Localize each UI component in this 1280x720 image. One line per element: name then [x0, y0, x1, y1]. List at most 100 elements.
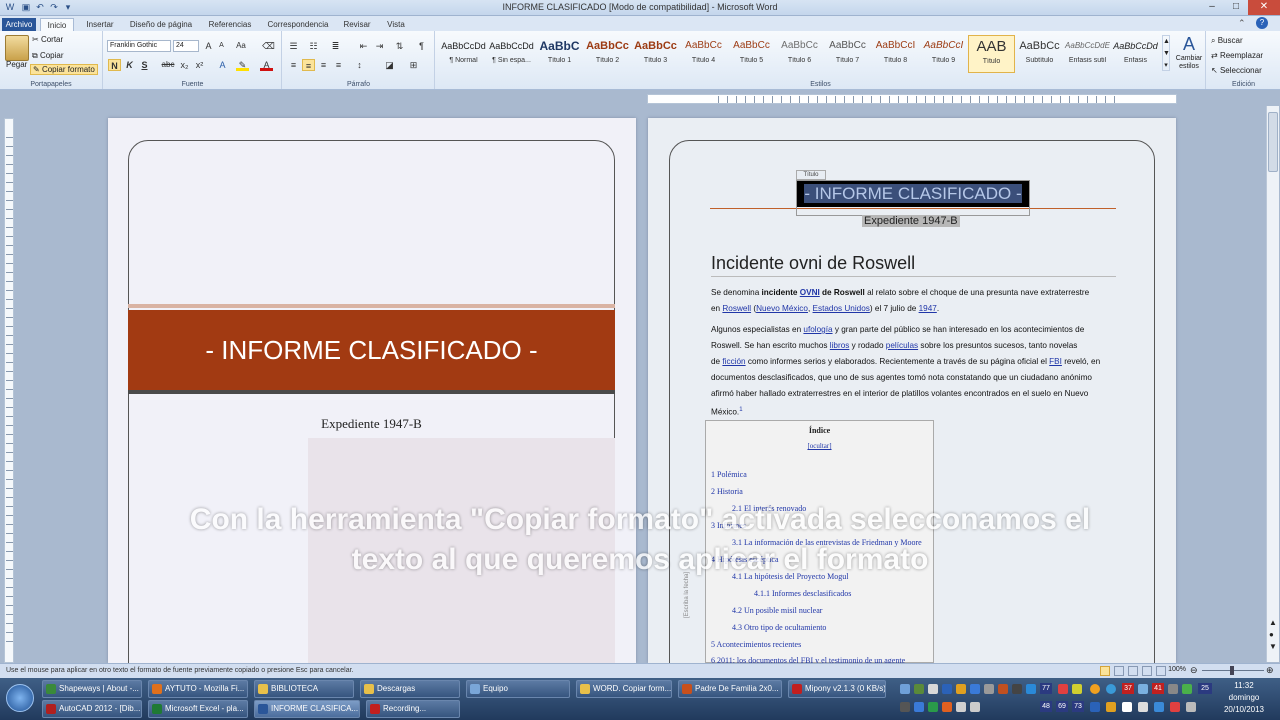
- align-right-icon[interactable]: ≡: [317, 59, 330, 71]
- paste-button[interactable]: Pegar: [6, 60, 27, 69]
- link-peliculas[interactable]: películas: [886, 341, 918, 350]
- taskbar-item-active[interactable]: INFORME CLASIFICA...: [254, 700, 360, 718]
- italic-button[interactable]: K: [123, 59, 136, 71]
- toc-item[interactable]: 4.1 La hipótesis del Proyecto Mogul: [732, 572, 848, 581]
- footnote-ref[interactable]: 1: [739, 407, 742, 413]
- sort-icon[interactable]: ⇅: [393, 40, 406, 52]
- clipboard-icon[interactable]: [5, 35, 29, 61]
- font-size-select[interactable]: 24: [173, 40, 199, 52]
- taskbar-item[interactable]: Microsoft Excel - pla...: [148, 700, 248, 718]
- pilcrow-icon[interactable]: ¶: [415, 40, 428, 52]
- tray-icon[interactable]: [1170, 702, 1180, 712]
- tab-archivo[interactable]: Archivo: [2, 18, 36, 32]
- taskbar-item[interactable]: WORD. Copiar form...: [576, 680, 672, 698]
- clear-format-icon[interactable]: ⌫: [262, 40, 275, 52]
- volume-icon[interactable]: [970, 702, 980, 712]
- bold-button[interactable]: N: [108, 59, 121, 71]
- zoom-in-icon[interactable]: ⊕: [1266, 665, 1274, 676]
- zoom-out-icon[interactable]: ⊖: [1190, 665, 1198, 676]
- highlight-icon[interactable]: ✎: [236, 59, 249, 71]
- tray-icon[interactable]: [1154, 702, 1164, 712]
- tab-vista[interactable]: Vista: [380, 18, 412, 32]
- toc-item[interactable]: 4.3 Otro tipo de ocultamiento: [732, 623, 826, 632]
- style-titulo-1[interactable]: AaBbC Título 1: [536, 35, 583, 73]
- cover-subtitle[interactable]: Expediente 1947-B: [128, 416, 615, 432]
- tray-icon[interactable]: [914, 684, 924, 694]
- next-page-icon[interactable]: ▼: [1269, 642, 1277, 651]
- find-button[interactable]: ⌕ Buscar: [1211, 36, 1243, 46]
- toc-item[interactable]: 4.2 Un posible misil nuclear: [732, 606, 822, 615]
- tray-counter[interactable]: 77: [1040, 683, 1052, 694]
- tray-icon[interactable]: [1090, 684, 1100, 694]
- tray-icon[interactable]: [942, 684, 952, 694]
- style-enfasis[interactable]: AaBbCcDd Énfasis: [1112, 35, 1159, 73]
- style-titulo-7[interactable]: AaBbCc Título 7: [824, 35, 871, 73]
- tray-icon[interactable]: [1186, 702, 1196, 712]
- style-titulo-9[interactable]: AaBbCcI Título 9: [920, 35, 967, 73]
- link-ovni[interactable]: OVNI: [800, 288, 820, 297]
- link-fbi[interactable]: FBI: [1049, 357, 1062, 366]
- tray-icon[interactable]: [1182, 684, 1192, 694]
- full-screen-view-icon[interactable]: [1114, 666, 1124, 676]
- underline-button[interactable]: S: [138, 59, 151, 71]
- network-icon[interactable]: [1122, 702, 1132, 712]
- shrink-font-button[interactable]: A: [215, 40, 228, 52]
- link-ufologia[interactable]: ufología: [803, 325, 832, 334]
- tray-icon[interactable]: [956, 684, 966, 694]
- style-titulo-8[interactable]: AaBbCcI Título 8: [872, 35, 919, 73]
- help-icon[interactable]: ?: [1256, 17, 1268, 29]
- grow-font-button[interactable]: A: [202, 40, 215, 52]
- print-layout-view-icon[interactable]: [1100, 666, 1110, 676]
- toc-item[interactable]: 3.1 La información de las entrevistas de…: [732, 538, 922, 547]
- page2-subtitle[interactable]: Expediente 1947-B: [862, 215, 960, 227]
- toc-item[interactable]: 4 Hipótesis escéptica: [711, 555, 779, 564]
- paragraph-1[interactable]: Se denomina incidente OVNI de Roswell al…: [711, 285, 1121, 317]
- style-enfasis-sutil[interactable]: AaBbCcDdE Énfasis sutil: [1064, 35, 1111, 73]
- vertical-ruler[interactable]: [4, 118, 14, 663]
- tray-icon[interactable]: [998, 684, 1008, 694]
- horizontal-ruler[interactable]: [647, 94, 1177, 104]
- close-button[interactable]: ✕: [1248, 0, 1280, 15]
- tab-insertar[interactable]: Insertar: [80, 18, 120, 32]
- tray-icon[interactable]: [1168, 684, 1178, 694]
- tab-correspondencia[interactable]: Correspondencia: [262, 18, 334, 32]
- paragraph-2[interactable]: Algunos especialistas en ufología y gran…: [711, 322, 1121, 421]
- tray-icon[interactable]: [928, 702, 938, 712]
- multilevel-icon[interactable]: ≣: [329, 40, 342, 52]
- tab-revisar[interactable]: Revisar: [338, 18, 376, 32]
- title-content-control-tag[interactable]: Título: [796, 170, 826, 180]
- web-layout-view-icon[interactable]: [1128, 666, 1138, 676]
- tray-icon[interactable]: [900, 684, 910, 694]
- style-titulo[interactable]: AAB Título: [968, 35, 1015, 73]
- taskbar-item[interactable]: Shapeways | About -...: [42, 680, 142, 698]
- text-effects-icon[interactable]: A: [216, 59, 229, 71]
- tray-icon[interactable]: [914, 702, 924, 712]
- tray-icon[interactable]: [956, 702, 966, 712]
- replace-button[interactable]: ⇄ Reemplazar: [1211, 51, 1263, 60]
- style-titulo-2[interactable]: AaBbCc Título 2: [584, 35, 631, 73]
- toc-item[interactable]: 3 Informes: [711, 521, 746, 530]
- article-heading[interactable]: Incidente ovni de Roswell: [711, 253, 1116, 277]
- tray-icon[interactable]: [1138, 684, 1148, 694]
- change-case-button[interactable]: Aa: [233, 40, 249, 52]
- toc-item[interactable]: 4.1.1 Informes desclasificados: [754, 589, 851, 598]
- styles-scroll-icon[interactable]: ▲ ▼ ▾: [1162, 35, 1170, 71]
- browse-object-icon[interactable]: ●: [1269, 630, 1274, 639]
- toc-item[interactable]: 6 2011: los documentos del FBI y el test…: [711, 656, 905, 663]
- link-roswell[interactable]: Roswell: [722, 304, 751, 313]
- style-titulo-4[interactable]: AaBbCc Título 4: [680, 35, 727, 73]
- tray-icon[interactable]: [928, 684, 938, 694]
- align-center-icon[interactable]: ≡: [302, 59, 315, 71]
- clock[interactable]: 11:32 domingo 20/10/2013: [1216, 680, 1272, 716]
- tray-counter[interactable]: 48: [1040, 701, 1052, 712]
- line-spacing-icon[interactable]: ↕: [353, 59, 366, 71]
- style-titulo-3[interactable]: AaBbCc Título 3: [632, 35, 679, 73]
- style-sin-espacio[interactable]: AaBbCcDd ¶ Sin espa...: [488, 35, 535, 73]
- toc-item[interactable]: 2 Historia: [711, 487, 743, 496]
- vertical-scrollbar[interactable]: ▲ ● ▼: [1266, 106, 1279, 662]
- taskbar-item[interactable]: AYTUTO - Mozilla Fi...: [148, 680, 248, 698]
- tray-counter[interactable]: 69: [1056, 701, 1068, 712]
- outline-view-icon[interactable]: [1142, 666, 1152, 676]
- justify-icon[interactable]: ≡: [332, 59, 345, 71]
- prev-page-icon[interactable]: ▲: [1269, 618, 1277, 627]
